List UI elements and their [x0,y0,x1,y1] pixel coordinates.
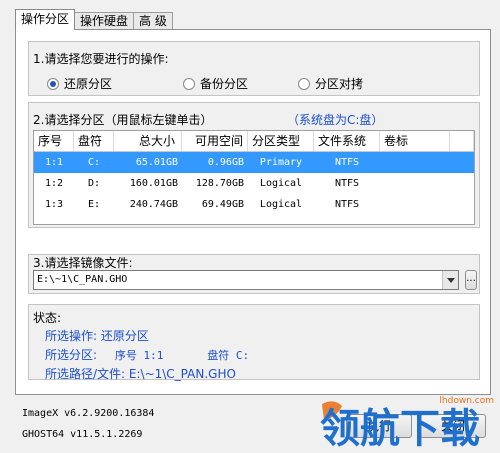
col-label[interactable]: 卷标 [380,131,450,151]
status-partition-index: 序号 1:1 [114,349,164,362]
col-fs[interactable]: 文件系统 [314,131,380,151]
cell-label[interactable] [380,194,450,215]
partition-label: 2.请选择分区（用鼠标左键单击） [33,113,213,127]
imagex-version: ImageX v6.2.9200.16384 [22,408,155,419]
watermark-logo: 领航下载 lhdown.com [316,394,500,452]
dropdown-arrow-icon[interactable] [442,271,458,289]
operation-label: 1.请选择您要进行的操作: [33,52,169,66]
cell-label[interactable] [380,173,450,194]
cell-fs[interactable]: NTFS [314,152,380,173]
col-filler [450,131,474,151]
cell-type[interactable]: Logical [248,173,314,194]
radio-restore-label[interactable]: 还原分区 [64,75,112,92]
radio-backup-indicator[interactable] [183,77,195,90]
cell-index[interactable]: 1:1 [34,152,74,173]
col-type[interactable]: 分区类型 [248,131,314,151]
browse-button[interactable]: ... [465,270,477,290]
status-label: 状态: [33,311,62,325]
cell-fs[interactable]: NTFS [314,194,380,215]
system-disk-note: （系统盘为C:盘） [287,113,384,127]
radio-backup[interactable]: 备份分区 [183,75,248,92]
ghost-version: GHOST64 v11.5.1.2269 [22,429,143,440]
cell-total[interactable]: 160.01GB [114,173,182,194]
status-partition: 所选分区: 序号 1:1 盘符 C: [45,346,249,363]
col-index[interactable]: 序号 [34,131,74,151]
status-group: 状态: 所选操作: 还原分区 所选分区: 序号 1:1 盘符 C: 所选路径/文… [28,304,480,381]
tab-partition-ops[interactable]: 操作分区 [15,9,76,30]
operation-group: 1.请选择您要进行的操作: 还原分区 备份分区 分区对拷 [28,41,480,96]
cell-label[interactable] [380,152,450,173]
cell-total[interactable]: 240.74GB [114,194,182,215]
cell-free[interactable]: 0.96GB [182,152,248,173]
cell-index[interactable]: 1:2 [34,173,74,194]
col-drive[interactable]: 盘符 [74,131,114,151]
logo-text: 领航下载 [320,406,480,450]
radio-copy[interactable]: 分区对拷 [298,75,363,92]
partition-group: 2.请选择分区（用鼠标左键单击） （系统盘为C:盘） 序号 盘符 总大小 可用空… [28,102,480,228]
cell-drive[interactable]: C: [74,152,114,173]
image-file-value[interactable]: E:\~1\C_PAN.GHO [37,274,127,285]
cell-type[interactable]: Primary [248,152,314,173]
cell-fs[interactable]: NTFS [314,173,380,194]
radio-restore[interactable]: 还原分区 [47,75,112,92]
cell-drive[interactable]: D: [74,173,114,194]
tab-disk-ops[interactable]: 操作硬盘 [74,12,135,30]
image-file-select[interactable]: E:\~1\C_PAN.GHO [33,270,459,290]
table-row[interactable]: 1:3 E: 240.74GB 69.49GB Logical NTFS [34,194,474,215]
cell-free[interactable]: 128.70GB [182,173,248,194]
cell-drive[interactable]: E: [74,194,114,215]
table-row[interactable]: 1:2 D: 160.01GB 128.70GB Logical NTFS [34,173,474,194]
image-label: 3.请选择镜像文件: [33,256,133,270]
status-partition-prefix: 所选分区: [45,348,98,362]
table-row[interactable]: 1:1 C: 65.01GB 0.96GB Primary NTFS [34,152,474,173]
cell-free[interactable]: 69.49GB [182,194,248,215]
cell-total[interactable]: 65.01GB [114,152,182,173]
col-total[interactable]: 总大小 [114,131,182,151]
status-path: 所选路径/文件: E:\~1\C_PAN.GHO [45,367,236,381]
tab-panel: 1.请选择您要进行的操作: 还原分区 备份分区 分区对拷 2.请选择分区（用鼠标… [15,29,491,395]
radio-backup-label[interactable]: 备份分区 [200,75,248,92]
radio-copy-label[interactable]: 分区对拷 [315,75,363,92]
col-free[interactable]: 可用空间 [182,131,248,151]
cell-type[interactable]: Logical [248,194,314,215]
table-header: 序号 盘符 总大小 可用空间 分区类型 文件系统 卷标 [34,131,474,152]
radio-selected-dot [50,80,56,87]
radio-restore-indicator[interactable] [47,77,59,90]
partition-table: 序号 盘符 总大小 可用空间 分区类型 文件系统 卷标 1:1 C: 65.01… [33,130,475,225]
radio-copy-indicator[interactable] [298,77,310,90]
status-partition-drive: 盘符 C: [207,349,250,362]
cell-index[interactable]: 1:3 [34,194,74,215]
status-operation: 所选操作: 还原分区 [45,329,149,343]
image-group: 3.请选择镜像文件: E:\~1\C_PAN.GHO ... [28,254,480,294]
tab-strip: 操作分区 操作硬盘 高 级 [15,9,173,30]
tab-advanced[interactable]: 高 级 [133,12,173,30]
logo-url: lhdown.com [439,396,494,406]
